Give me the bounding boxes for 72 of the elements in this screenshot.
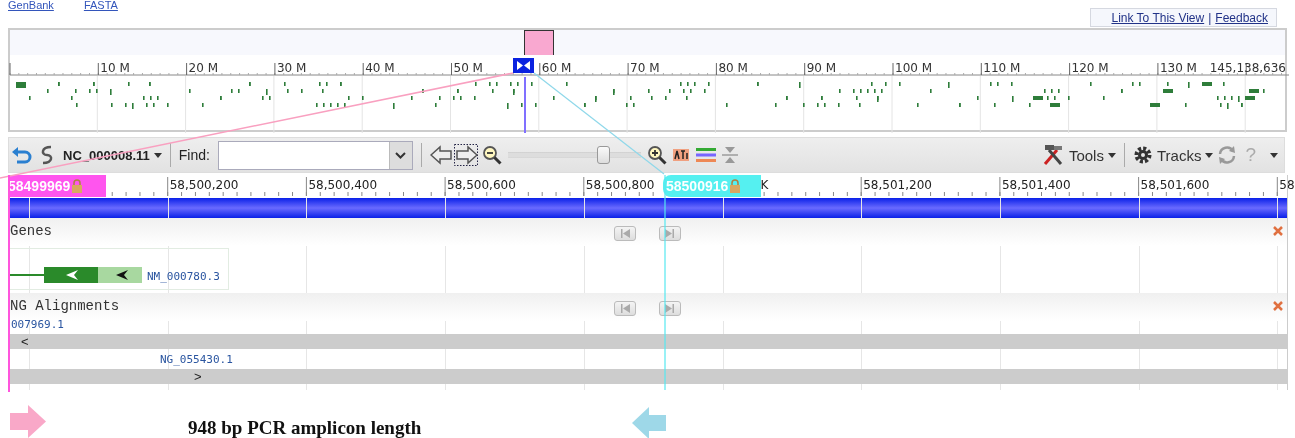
slider-thumb[interactable]	[596, 146, 610, 164]
ruler-label: 145,138,636	[1209, 61, 1286, 75]
ruler-label: 80 M	[718, 61, 748, 75]
ruler-label: 40 M	[365, 61, 395, 75]
header-link[interactable]: FASTA	[83, 0, 118, 8]
ruler-label: 50 M	[453, 61, 483, 75]
skip-forward-icon	[664, 304, 676, 313]
skip-forward-icon	[664, 229, 676, 238]
close-icon[interactable]	[1273, 226, 1283, 236]
feedback-link[interactable]: Feedback	[1215, 10, 1268, 25]
tools-menu-button[interactable]: Tools	[1068, 146, 1104, 164]
find-label: Find:	[178, 147, 210, 163]
ruler-label: 58,501,200	[863, 178, 932, 192]
track-layout-icon[interactable]	[694, 146, 717, 164]
gear-icon[interactable]	[1132, 145, 1153, 165]
arrow-left-icon[interactable]	[429, 144, 452, 166]
caret-icon[interactable]	[1270, 152, 1278, 158]
zoom-in-icon[interactable]	[646, 145, 667, 165]
find-field[interactable]	[217, 140, 413, 170]
direction-mark: <	[21, 334, 29, 349]
ruler-label: 58	[1279, 178, 1295, 192]
collapse-icon[interactable]	[720, 145, 739, 165]
caret-icon[interactable]	[1107, 152, 1116, 158]
back-icon[interactable]	[11, 144, 33, 166]
skip-back-icon	[619, 229, 631, 238]
ruler-label: 30 M	[276, 61, 307, 75]
ruler-label: 58,501,400	[1001, 178, 1071, 192]
ruler-label: 90 M	[806, 61, 837, 75]
feature-label[interactable]: NM_000780.3	[147, 270, 220, 283]
gene-model-drawing[interactable]	[9, 267, 144, 283]
marker-label: 58499969	[8, 178, 71, 194]
marker-label: 58500916	[666, 178, 729, 194]
feature-label[interactable]: 007969.1	[11, 318, 64, 331]
link-to-view-link[interactable]: Link To This View	[1111, 10, 1205, 25]
caret-icon[interactable]	[153, 152, 162, 158]
direction-mark: >	[194, 369, 202, 384]
ruler-label: 70 M	[630, 61, 660, 75]
amplicon-length-label: 948 bp PCR amplicon length	[188, 417, 422, 438]
ruler-label: 100 M	[895, 61, 933, 75]
lock-icon[interactable]	[729, 179, 742, 193]
caret-icon[interactable]	[395, 151, 407, 159]
zoom-out-icon[interactable]	[481, 145, 502, 165]
caret-icon[interactable]	[1205, 152, 1214, 158]
close-icon[interactable]	[1273, 301, 1283, 311]
ruler-label: 10 M	[100, 61, 130, 75]
ruler-label: 58,500,800	[585, 178, 655, 192]
link-separator: |	[1208, 10, 1212, 25]
ruler-label: 20 M	[188, 61, 219, 75]
alignment-bar[interactable]: >	[8, 369, 1287, 384]
track-title: Genes	[10, 223, 52, 239]
viewport-marker[interactable]	[524, 30, 554, 55]
reverse-primer-arrow	[632, 405, 666, 438]
arrow-right-icon[interactable]	[453, 144, 478, 166]
track-title: NG Alignments	[10, 298, 120, 314]
ruler-label: 130 M	[1159, 61, 1197, 75]
ruler-label: 120 M	[1071, 61, 1109, 75]
tracks-menu-button[interactable]: Tracks	[1156, 146, 1202, 164]
skip-back-icon	[619, 304, 631, 313]
forward-primer-arrow	[10, 405, 46, 438]
feature-label[interactable]: NG_055430.1	[160, 353, 233, 366]
ruler-label: 58,500,600	[447, 178, 516, 192]
alignment-bar[interactable]: <	[8, 334, 1287, 349]
header-link[interactable]: GenBank	[8, 0, 54, 8]
ruler-label: 58,501,600	[1140, 178, 1210, 192]
ruler-label: 58,500,400	[308, 178, 378, 192]
ruler-label: K	[760, 178, 769, 192]
ruler-label: 110 M	[983, 61, 1021, 75]
ruler-label: 58,500,200	[169, 178, 239, 192]
position-marker-icon[interactable]	[513, 58, 534, 73]
position-line	[524, 76, 526, 134]
sequence-selector[interactable]: NC_000008.11	[63, 147, 150, 163]
ruler-label: 60 M	[541, 61, 572, 75]
